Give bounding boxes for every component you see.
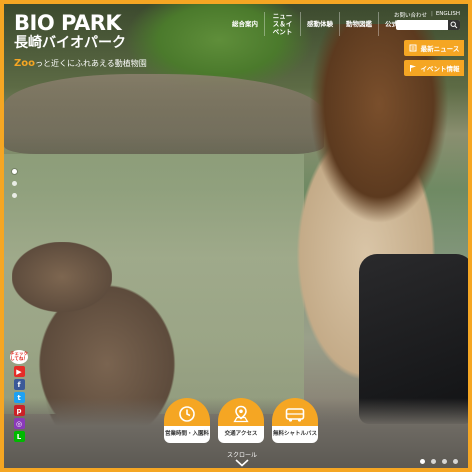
quick-link-hours-circle [164, 398, 210, 426]
slider-dot[interactable] [12, 169, 17, 174]
slider-dot[interactable] [453, 459, 458, 464]
slider-dot[interactable] [442, 459, 447, 464]
contact-link[interactable]: お問い合わせ [394, 11, 427, 19]
clock-icon [179, 406, 195, 422]
quick-link-access-circle [218, 398, 264, 426]
quick-link-access[interactable]: 交通アクセス [218, 398, 264, 443]
search-button[interactable] [448, 20, 460, 30]
slider-dots-bottom [420, 459, 458, 464]
quick-link-hours[interactable]: 営業時間・入園料 [164, 398, 210, 443]
slider-dot[interactable] [12, 193, 17, 198]
instagram-icon[interactable]: ◎ [13, 418, 25, 429]
chevron-down-icon [235, 459, 249, 467]
nav-item-animal-guide[interactable]: 動物図鑑 [340, 12, 379, 36]
hero-capybara-head [12, 242, 112, 312]
youtube-icon[interactable]: ▶ [13, 366, 25, 377]
logo-japanese: 長崎バイオパーク [14, 35, 126, 51]
quick-link-shuttle-label: 無料シャトルバス [272, 426, 318, 443]
tagline-text: っと近くにふれあえる動植物園 [35, 59, 147, 68]
bus-icon [285, 408, 305, 422]
slider-dots-left [12, 169, 17, 198]
quick-link-shuttle[interactable]: 無料シャトルバス [272, 398, 318, 443]
nav-item-news-events[interactable]: ニュース＆イベント [265, 12, 301, 36]
search-icon [450, 21, 458, 29]
scroll-label: スクロール [226, 452, 257, 459]
quick-link-shuttle-circle [272, 398, 318, 426]
slider-dot[interactable] [420, 459, 425, 464]
slider-dot[interactable] [12, 181, 17, 186]
event-info-tab[interactable]: イベント情報 [404, 60, 464, 76]
news-icon [409, 44, 417, 52]
slider-dot[interactable] [431, 459, 436, 464]
pinterest-icon[interactable]: p [13, 405, 25, 416]
tagline-zoo: Zoo [14, 58, 35, 69]
search-input[interactable] [396, 20, 460, 30]
map-pin-icon [233, 405, 249, 423]
page-frame: BIO PARK 長崎バイオパーク Zooっと近くにふれあえる動植物園 総合案内… [0, 0, 472, 472]
tagline: Zooっと近くにふれあえる動植物園 [14, 58, 147, 69]
nav-item-experience[interactable]: 感動体験 [301, 12, 340, 36]
latest-news-tab[interactable]: 最新ニュース [404, 40, 464, 56]
facebook-icon[interactable]: f [13, 379, 25, 390]
english-link[interactable]: ENGLISH [431, 11, 460, 19]
site-logo[interactable]: BIO PARK 長崎バイオパーク [14, 12, 126, 52]
logo-english: BIO PARK [14, 11, 122, 35]
quick-link-access-label: 交通アクセス [218, 426, 264, 443]
flag-icon [409, 65, 416, 72]
quick-links: 営業時間・入園料 交通アクセス 無料シャトルバス [164, 398, 318, 443]
quick-link-hours-label: 営業時間・入園料 [164, 426, 210, 443]
event-info-label: イベント情報 [420, 65, 460, 73]
utility-links: お問い合わせ ENGLISH [394, 11, 460, 19]
nav-item-guide[interactable]: 総合案内 [226, 12, 265, 36]
latest-news-label: 最新ニュース [420, 45, 460, 53]
social-links: チェックしてね！ ▶ f t p ◎ L [10, 350, 28, 442]
line-icon[interactable]: L [13, 431, 25, 442]
scroll-indicator[interactable]: スクロール [224, 450, 260, 468]
twitter-icon[interactable]: t [13, 392, 25, 403]
check-badge: チェックしてね！ [10, 350, 28, 364]
